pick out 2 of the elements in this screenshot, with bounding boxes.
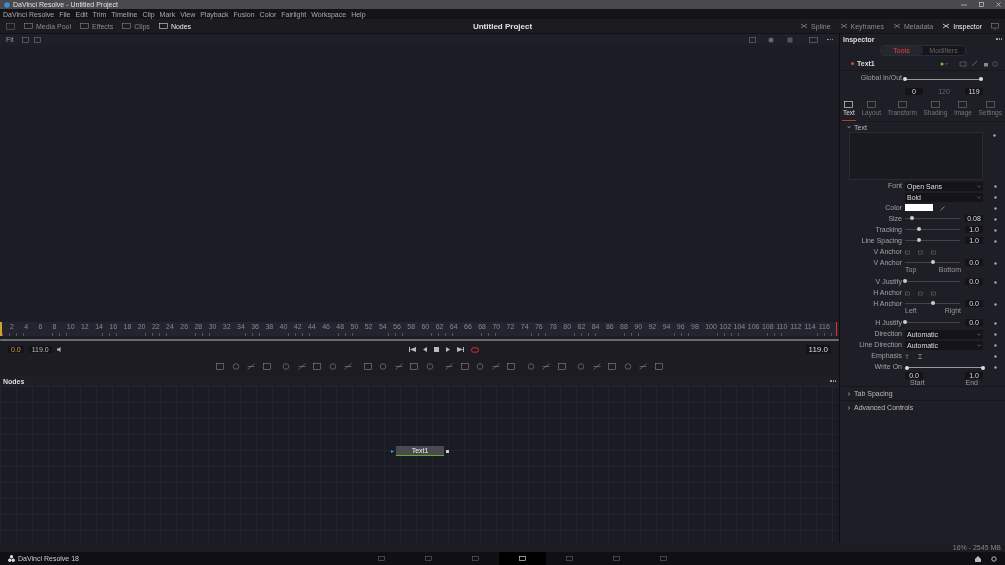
project-title: Untitled Project bbox=[472, 21, 533, 31]
timecode-field[interactable]: 119.0 bbox=[805, 345, 831, 354]
